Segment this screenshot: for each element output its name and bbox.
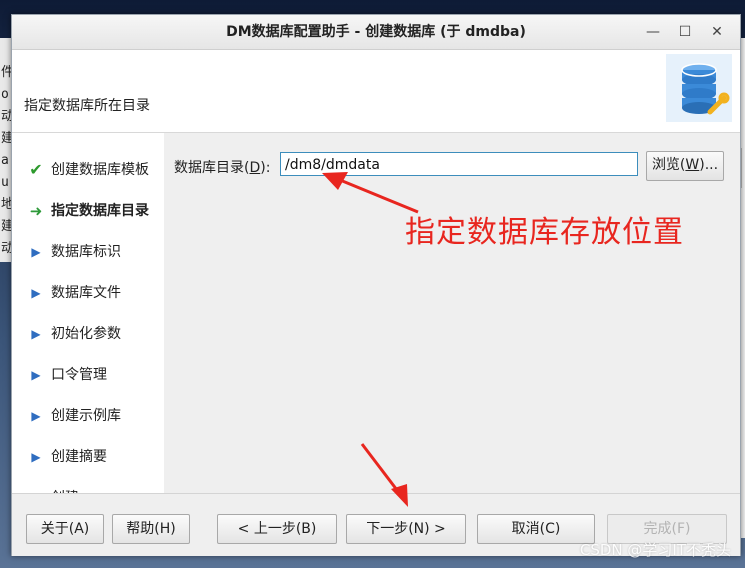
- wizard-content: 数据库目录(D): /dm8/dmdata 浏览(W)...: [164, 133, 740, 493]
- watermark: CSDN @学习IT不秃头: [579, 541, 731, 559]
- wizard-step: ✔ 创建数据库模板: [12, 158, 162, 182]
- triangle-right-icon: ▶: [31, 245, 41, 259]
- wizard-step-label: 创建数据库模板: [51, 162, 149, 178]
- arrow-right-icon: ➜: [29, 202, 43, 220]
- wizard-step: ▶ 创建示例库: [12, 404, 162, 428]
- page-header: 指定数据库所在目录: [12, 50, 740, 133]
- browse-button[interactable]: 浏览(W)...: [646, 151, 724, 181]
- help-button[interactable]: 帮助(H): [112, 514, 190, 544]
- wizard-step: ▶ 数据库文件: [12, 281, 162, 305]
- database-directory-input[interactable]: /dm8/dmdata: [280, 152, 638, 176]
- database-wrench-icon: [666, 54, 732, 122]
- maximize-icon[interactable]: ☐: [672, 20, 698, 44]
- wizard-step-label: 初始化参数: [51, 326, 121, 342]
- wizard-step: ▶ 初始化参数: [12, 322, 162, 346]
- triangle-right-icon: ▶: [31, 368, 41, 382]
- next-button[interactable]: 下一步(N) >: [346, 514, 466, 544]
- minimize-icon[interactable]: —: [640, 20, 666, 44]
- window-title: DM数据库配置助手 - 创建数据库 (于 dmdba): [226, 24, 526, 40]
- wizard-step-label: 创建摘要: [51, 449, 107, 465]
- wizard-step-label: 创建示例库: [51, 408, 121, 424]
- checkmark-icon: ✔: [29, 160, 43, 179]
- triangle-right-icon: ▶: [28, 486, 44, 493]
- triangle-right-icon: ▶: [31, 286, 41, 300]
- config-assistant-dialog: DM数据库配置助手 - 创建数据库 (于 dmdba) — ☐ ✕ 指定数据库所…: [11, 14, 741, 556]
- wizard-step: ▶ 口令管理: [12, 363, 162, 387]
- triangle-right-icon: ▶: [31, 327, 41, 341]
- close-icon[interactable]: ✕: [704, 20, 730, 44]
- wizard-step-label: 指定数据库目录: [51, 203, 149, 219]
- page-title: 指定数据库所在目录: [24, 98, 150, 114]
- wizard-step: ▶ 创建摘要: [12, 445, 162, 469]
- wizard-step: ➜ 指定数据库目录: [12, 199, 162, 223]
- triangle-right-icon: ▶: [31, 409, 41, 423]
- database-directory-label: 数据库目录(D):: [174, 160, 271, 176]
- wizard-steps-sidebar: ✔ 创建数据库模板 ➜ 指定数据库目录 ▶ 数据库标识 ▶ 数据库文件 ▶ 初始化参数 ▶ 口令管理 ▶…: [12, 133, 164, 493]
- wizard-step-label: 数据库标识: [51, 244, 121, 260]
- title-bar[interactable]: DM数据库配置助手 - 创建数据库 (于 dmdba) — ☐ ✕: [12, 15, 740, 50]
- wizard-step: ▶ 创建: [12, 486, 162, 493]
- triangle-right-icon: ▶: [31, 450, 41, 464]
- wizard-step-label: 口令管理: [51, 367, 107, 383]
- annotation-text: 指定数据库存放位置: [405, 215, 684, 250]
- wizard-step: ▶ 数据库标识: [12, 240, 162, 264]
- about-button[interactable]: 关于(A): [26, 514, 104, 544]
- cancel-button[interactable]: 取消(C): [477, 514, 595, 544]
- wizard-step-label: 创建: [51, 486, 79, 493]
- wizard-step-label: 数据库文件: [51, 285, 121, 301]
- previous-button[interactable]: < 上一步(B): [217, 514, 337, 544]
